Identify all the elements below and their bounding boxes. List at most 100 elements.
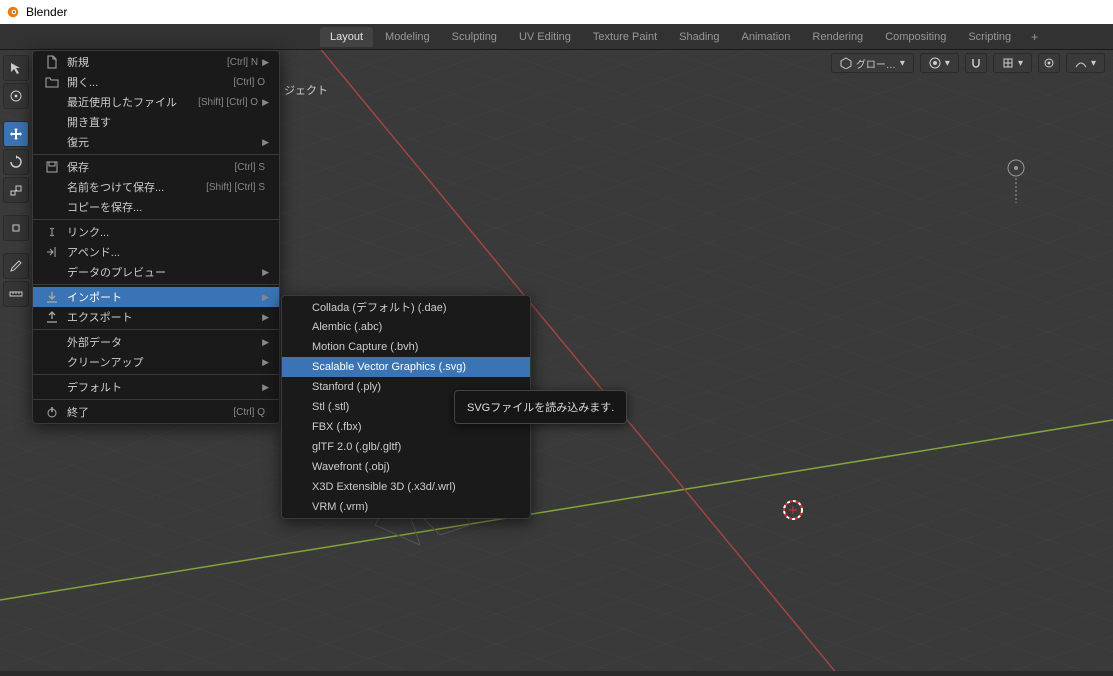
menu-separator (33, 329, 279, 330)
import-format-item[interactable]: VRM (.vrm) (282, 497, 530, 517)
import-icon (43, 289, 61, 305)
menu-item-label: 新規 (67, 54, 227, 70)
menu-item-label: 最近使用したファイル (67, 94, 198, 110)
blank-icon (43, 199, 61, 215)
snap-dropdown[interactable]: ▾ (993, 53, 1032, 73)
menu-item-label: クリーンアップ (67, 354, 262, 370)
menu-item-label: 開き直す (67, 114, 269, 130)
menu-item-label: アペンド... (67, 244, 269, 260)
tool-rotate[interactable] (3, 149, 29, 175)
file-menu-item[interactable]: コピーを保存... (33, 197, 279, 217)
file-menu-item[interactable]: インポート▶ (33, 287, 279, 307)
import-format-item[interactable]: Collada (デフォルト) (.dae) (282, 297, 530, 317)
menu-shortcut: [Shift] [Ctrl] S (206, 182, 265, 193)
ws-tab-modeling[interactable]: Modeling (375, 27, 440, 47)
folder-icon (43, 74, 61, 90)
blank-icon (43, 114, 61, 130)
ws-tab-animation[interactable]: Animation (732, 27, 801, 47)
title-bar: Blender (0, 0, 1113, 24)
chevron-down-icon: ▾ (945, 58, 950, 69)
ws-tab-rendering[interactable]: Rendering (802, 27, 873, 47)
ws-tab-texturepaint[interactable]: Texture Paint (583, 27, 667, 47)
menu-separator (33, 219, 279, 220)
import-format-item[interactable]: Scalable Vector Graphics (.svg) (282, 357, 530, 377)
propedit-toggle[interactable] (1038, 53, 1060, 73)
menu-item-label: 名前をつけて保存... (67, 179, 206, 195)
tool-move[interactable] (3, 121, 29, 147)
ws-tab-shading[interactable]: Shading (669, 27, 729, 47)
menu-shortcut: [Ctrl] O (233, 77, 265, 88)
orientation-dropdown[interactable]: グロー… ▾ (831, 53, 914, 73)
tool-select[interactable] (3, 55, 29, 81)
file-menu-item[interactable]: データのプレビュー▶ (33, 262, 279, 282)
disk-icon (43, 159, 61, 175)
import-format-item[interactable]: X3D Extensible 3D (.x3d/.wrl) (282, 477, 530, 497)
ws-tab-layout[interactable]: Layout (320, 27, 373, 47)
header-right-toolbar: グロー… ▾ ▾ ▾ ▾ (831, 50, 1105, 76)
submenu-arrow-icon: ▶ (262, 267, 269, 278)
import-format-item[interactable]: glTF 2.0 (.glb/.gltf) (282, 437, 530, 457)
import-format-item[interactable]: Motion Capture (.bvh) (282, 337, 530, 357)
menu-item-label: データのプレビュー (67, 264, 262, 280)
tool-scale[interactable] (3, 177, 29, 203)
tool-transform[interactable] (3, 215, 29, 241)
file-menu-item[interactable]: 開く...[Ctrl] O (33, 72, 279, 92)
submenu-arrow-icon: ▶ (262, 292, 269, 303)
file-menu-item[interactable]: 復元▶ (33, 132, 279, 152)
file-menu-item[interactable]: 新規[Ctrl] N▶ (33, 52, 279, 72)
menu-shortcut: [Ctrl] S (234, 162, 265, 173)
export-icon (43, 309, 61, 325)
menu-item-label: 保存 (67, 159, 234, 175)
menu-item-label: 復元 (67, 134, 262, 150)
menu-item-label: エクスポート (67, 309, 262, 325)
chevron-down-icon: ▾ (1091, 58, 1096, 69)
submenu-arrow-icon: ▶ (262, 312, 269, 323)
submenu-arrow-icon: ▶ (262, 97, 269, 108)
tool-annotate[interactable] (3, 253, 29, 279)
file-menu-item[interactable]: 名前をつけて保存...[Shift] [Ctrl] S (33, 177, 279, 197)
menu-shortcut: [Ctrl] Q (233, 407, 265, 418)
file-menu-item[interactable]: アペンド... (33, 242, 279, 262)
submenu-arrow-icon: ▶ (262, 382, 269, 393)
ws-tab-uvediting[interactable]: UV Editing (509, 27, 581, 47)
import-format-item[interactable]: Alembic (.abc) (282, 317, 530, 337)
submenu-arrow-icon: ▶ (262, 357, 269, 368)
left-toolbar (3, 55, 29, 309)
file-menu-item[interactable]: デフォルト▶ (33, 377, 279, 397)
file-menu-item[interactable]: 保存[Ctrl] S (33, 157, 279, 177)
viewport-header-label: ジェクト (284, 82, 328, 98)
tooltip-text: SVGファイルを読み込みます. (467, 402, 614, 414)
menu-item-label: リンク... (67, 224, 269, 240)
menu-item-label: 終了 (67, 404, 233, 420)
snap-toggle[interactable] (965, 53, 987, 73)
file-menu-item[interactable]: エクスポート▶ (33, 307, 279, 327)
power-icon (43, 404, 61, 420)
file-menu-item[interactable]: 終了[Ctrl] Q (33, 402, 279, 422)
chevron-down-icon: ▾ (1018, 58, 1023, 69)
file-menu-item[interactable]: クリーンアップ▶ (33, 352, 279, 372)
import-format-item[interactable]: Wavefront (.obj) (282, 457, 530, 477)
pivot-dropdown[interactable]: ▾ (920, 53, 959, 73)
menu-item-label: 開く... (67, 74, 233, 90)
file-menu-item[interactable]: 最近使用したファイル[Shift] [Ctrl] O▶ (33, 92, 279, 112)
app-title: Blender (26, 5, 67, 19)
submenu-arrow-icon: ▶ (262, 137, 269, 148)
blank-icon (43, 354, 61, 370)
blank-icon (43, 264, 61, 280)
file-menu-item[interactable]: 開き直す (33, 112, 279, 132)
menu-separator (33, 399, 279, 400)
tool-cursor[interactable] (3, 83, 29, 109)
workspace-tabs: Layout Modeling Sculpting UV Editing Tex… (0, 24, 1113, 50)
tool-measure[interactable] (3, 281, 29, 307)
ws-tab-scripting[interactable]: Scripting (958, 27, 1021, 47)
menu-shortcut: [Ctrl] N (227, 57, 258, 68)
ws-add-button[interactable]: + (1023, 26, 1046, 48)
tooltip: SVGファイルを読み込みます. (454, 390, 627, 424)
ws-tab-sculpting[interactable]: Sculpting (442, 27, 507, 47)
file-menu-item[interactable]: 外部データ▶ (33, 332, 279, 352)
ws-tab-compositing[interactable]: Compositing (875, 27, 956, 47)
file-menu-item[interactable]: リンク... (33, 222, 279, 242)
chevron-down-icon: ▾ (900, 58, 905, 69)
blank-icon (43, 94, 61, 110)
propedit-dropdown[interactable]: ▾ (1066, 53, 1105, 73)
